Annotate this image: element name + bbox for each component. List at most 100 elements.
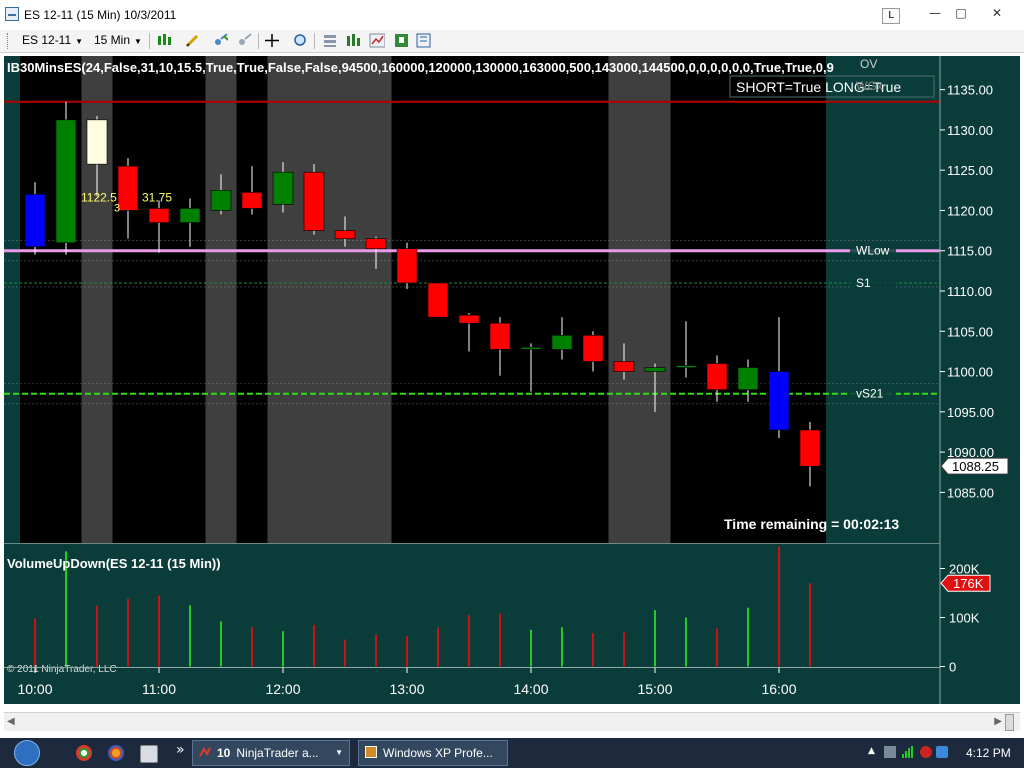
volume-bar[interactable]: [313, 624, 315, 667]
indicator-parameters-text: IB30MinsES(24,False,31,10,15.5,True,True…: [7, 60, 834, 75]
volume-bar[interactable]: [747, 607, 749, 667]
volume-bar[interactable]: [778, 546, 780, 667]
volume-bar[interactable]: [809, 583, 811, 667]
candle-body[interactable]: [768, 371, 790, 431]
volume-bar[interactable]: [34, 618, 36, 667]
zoom-icon[interactable]: [292, 33, 308, 48]
price-tick-label: 1085.00: [947, 485, 994, 500]
candle-body[interactable]: [179, 208, 201, 223]
chart-horizontal-scrollbar[interactable]: ◀ ▶: [4, 712, 1020, 731]
candle-body[interactable]: [551, 334, 573, 350]
add-indicator-icon[interactable]: [212, 33, 228, 48]
toolbar-separator: [314, 33, 315, 49]
data-box-icon[interactable]: [415, 33, 431, 48]
alert-icon[interactable]: [920, 746, 932, 758]
volume-bar[interactable]: [716, 628, 718, 667]
window-title: ES 12-11 (15 Min) 10/3/2011: [24, 8, 177, 22]
candle-body[interactable]: [458, 314, 480, 324]
minimize-button[interactable]: —: [924, 4, 946, 22]
close-button[interactable]: ✕: [986, 4, 1008, 22]
firefox-icon[interactable]: [108, 745, 124, 761]
candle-body[interactable]: [613, 361, 635, 372]
taskbar-windows-xp[interactable]: Windows XP Profe...: [358, 740, 508, 766]
volume-bar[interactable]: [499, 613, 501, 667]
chrome-icon[interactable]: [76, 745, 92, 761]
candle-body[interactable]: [737, 367, 759, 390]
volume-bar[interactable]: [406, 636, 408, 667]
group-dropdown-icon[interactable]: ▼: [335, 741, 343, 765]
candle-body[interactable]: [675, 365, 697, 368]
properties-icon[interactable]: [322, 33, 338, 48]
tray-arrow-icon[interactable]: ▲: [868, 746, 880, 758]
volume-bar[interactable]: [530, 629, 532, 667]
volume-bar[interactable]: [127, 598, 129, 667]
volume-bar[interactable]: [282, 631, 284, 667]
volume-bar[interactable]: [437, 627, 439, 667]
volume-bar[interactable]: [251, 627, 253, 667]
scrollbar-thumb[interactable]: [1005, 714, 1014, 731]
volume-bar[interactable]: [561, 627, 563, 667]
candle-body[interactable]: [334, 230, 356, 239]
volume-bar[interactable]: [344, 639, 346, 667]
candlestick-style-icon[interactable]: [156, 33, 172, 48]
candle-body[interactable]: [148, 208, 170, 223]
chart-area[interactable]: WLowS1vS211122.5 31.753 1085.001090.00109…: [4, 56, 1020, 704]
show-desktop-icon[interactable]: [140, 745, 158, 763]
maximize-button[interactable]: □: [950, 4, 972, 22]
candle-body[interactable]: [272, 171, 294, 205]
volume-bar[interactable]: [623, 632, 625, 667]
candle-body[interactable]: [241, 192, 263, 209]
candle-body[interactable]: [706, 363, 728, 390]
candle-body[interactable]: [24, 194, 46, 248]
volume-bar[interactable]: [189, 605, 191, 667]
volume-bar[interactable]: [220, 621, 222, 667]
link-button[interactable]: L: [882, 8, 900, 24]
scroll-left-icon[interactable]: ◀: [7, 716, 15, 727]
volume-bar[interactable]: [654, 610, 656, 667]
candle-body[interactable]: [210, 190, 232, 211]
crosshair-icon[interactable]: [264, 33, 280, 48]
signal-icon[interactable]: [902, 746, 914, 758]
pencil-draw-icon[interactable]: [184, 33, 200, 48]
volume-bar[interactable]: [592, 633, 594, 667]
instrument-selector[interactable]: ES 12-11 ▼: [22, 33, 83, 48]
candle-body[interactable]: [644, 367, 666, 372]
candle-body[interactable]: [365, 238, 387, 250]
volume-bar[interactable]: [96, 605, 98, 667]
candle-body[interactable]: [117, 165, 139, 211]
candle-body[interactable]: [582, 334, 604, 362]
last-volume-label: 176K: [953, 576, 984, 591]
candle-body[interactable]: [396, 248, 418, 284]
volume-bar[interactable]: [375, 634, 377, 667]
network-icon[interactable]: [884, 746, 896, 758]
price-plot[interactable]: WLow S1 vS21 1122.5 31.75 3: [4, 56, 940, 543]
time-tick-label: 11:00: [142, 681, 176, 697]
line-chart-icon[interactable]: [369, 33, 385, 48]
candle-body[interactable]: [489, 322, 511, 350]
volume-bar[interactable]: [158, 595, 160, 667]
scroll-right-icon[interactable]: ▶: [994, 716, 1002, 727]
taskbar-ninjatrader[interactable]: 10 NinjaTrader a... ▼: [192, 740, 350, 766]
volume-bar[interactable]: [685, 617, 687, 667]
ninjatrader-count: 10: [217, 746, 231, 760]
time-tick-label: 16:00: [761, 681, 796, 697]
candle-body[interactable]: [303, 171, 325, 231]
start-button-icon[interactable]: [14, 740, 40, 766]
candle-body[interactable]: [520, 347, 542, 350]
price-tick-label: 1120.00: [947, 203, 993, 218]
remove-indicator-icon[interactable]: [236, 33, 252, 48]
interval-selector[interactable]: 15 Min ▼: [94, 33, 142, 48]
time-tick-label: 14:00: [513, 681, 548, 697]
toolbar-grip[interactable]: [7, 33, 11, 49]
more-quicklaunch-icon[interactable]: »: [176, 742, 185, 758]
session-band: [205, 56, 237, 543]
candle-body[interactable]: [799, 429, 821, 467]
volume-bar[interactable]: [468, 615, 470, 667]
candle-body[interactable]: [86, 119, 108, 165]
bar-chart-icon[interactable]: [345, 33, 361, 48]
candle-body[interactable]: [55, 119, 77, 243]
strategy-icon[interactable]: [393, 33, 409, 48]
volume-tray-icon[interactable]: [936, 746, 948, 758]
candle-body[interactable]: [427, 282, 449, 318]
price-tick-label: 1135.00: [947, 83, 993, 98]
